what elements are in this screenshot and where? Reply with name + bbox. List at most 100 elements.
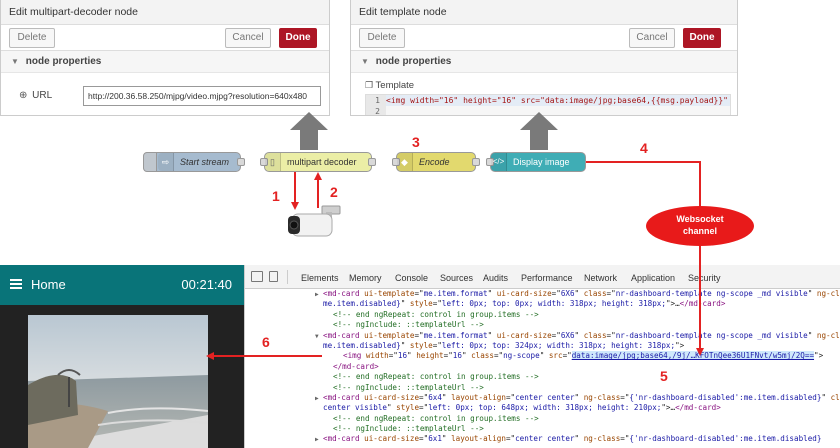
dom-token: =" bbox=[419, 434, 429, 444]
dom-token: me.item.format bbox=[423, 289, 488, 298]
code-line: 1 <img width="16" height="16" src="data:i… bbox=[366, 95, 730, 106]
devtools-tabbar: Elements Memory Console Sources Audits P… bbox=[245, 265, 840, 289]
dom-token: =" bbox=[443, 351, 453, 361]
gray-up-arrow-template bbox=[520, 112, 558, 150]
dom-token: </md-card> bbox=[333, 361, 379, 371]
dom-token: <md-card bbox=[323, 330, 365, 340]
inspect-element-icon[interactable] bbox=[251, 271, 263, 282]
dom-token: =" bbox=[551, 289, 561, 298]
flow-node-encode[interactable]: ◆ Encode bbox=[392, 152, 480, 172]
dom-token: ui-card-size bbox=[496, 289, 552, 298]
dom-tree-line[interactable]: </md-card> bbox=[245, 362, 840, 372]
line-number: 1 bbox=[366, 95, 386, 106]
dom-token: " bbox=[441, 392, 452, 402]
dom-token: " bbox=[574, 392, 584, 402]
output-port[interactable] bbox=[472, 158, 480, 166]
delete-button[interactable]: Delete bbox=[359, 28, 405, 48]
dom-token: =" bbox=[432, 299, 442, 309]
node-properties-section[interactable]: ▼ node properties bbox=[351, 51, 737, 73]
dom-token: ui-card-size bbox=[364, 434, 420, 444]
dom-token: ng-class bbox=[583, 392, 621, 402]
device-toolbar-icon[interactable] bbox=[269, 271, 278, 282]
dom-tree-line[interactable]: ▶ <md-card ui-card-size="6x4" layout-alig… bbox=[245, 393, 840, 403]
dom-token: </md-card> bbox=[675, 403, 721, 413]
done-button[interactable]: Done bbox=[683, 28, 721, 48]
cancel-button[interactable]: Cancel bbox=[629, 28, 675, 48]
dom-token: ng-class bbox=[816, 330, 840, 340]
channel-label: channel bbox=[682, 226, 717, 236]
output-port[interactable] bbox=[368, 158, 376, 166]
flow-node-start-stream[interactable]: ⇨ Start stream bbox=[143, 152, 245, 172]
composite-screenshot: Edit multipart-decoder node Delete Cance… bbox=[0, 0, 840, 448]
tab-application[interactable]: Application bbox=[631, 265, 675, 289]
dom-tree-line[interactable]: <!-- end ngRepeat: control in group.item… bbox=[245, 372, 840, 382]
tab-sources[interactable]: Sources bbox=[440, 265, 473, 289]
node-properties-section[interactable]: ▼ node properties bbox=[1, 51, 329, 73]
dom-tree-line[interactable]: <!-- ngInclude: ::templateUrl --> bbox=[245, 320, 840, 330]
done-button[interactable]: Done bbox=[279, 28, 317, 48]
annotation-2: 2 bbox=[330, 184, 338, 200]
dom-token: =" bbox=[562, 351, 572, 361]
elements-dom-tree[interactable]: ▶ <md-card ui-template="me.item.format" u… bbox=[245, 289, 840, 448]
dom-tree-line[interactable]: <!-- ngInclude: ::templateUrl --> bbox=[245, 383, 840, 393]
tab-audits[interactable]: Audits bbox=[483, 265, 508, 289]
dom-token: "> bbox=[675, 340, 685, 350]
dom-token: class bbox=[583, 330, 607, 340]
dom-tree-line[interactable]: <!-- end ngRepeat: control in group.item… bbox=[245, 414, 840, 424]
dom-token: width bbox=[365, 351, 389, 361]
dom-token: "> bbox=[665, 299, 676, 309]
dom-token: <!-- end ngRepeat: control in group.item… bbox=[333, 413, 539, 423]
dom-token: <img bbox=[343, 351, 366, 361]
dom-tree-line[interactable]: me.item.disabled}" style="left: 0px; top… bbox=[245, 341, 840, 351]
dom-tree-line[interactable]: me.item.disabled}" style="left: 0px; top… bbox=[245, 299, 840, 309]
dom-token: 16 bbox=[452, 351, 462, 361]
dom-token: center center bbox=[515, 392, 575, 402]
delete-button[interactable]: Delete bbox=[9, 28, 55, 48]
annotation-1: 1 bbox=[272, 188, 280, 204]
dom-token: me.item.disabled} bbox=[323, 340, 401, 350]
tab-performance[interactable]: Performance bbox=[521, 265, 573, 289]
output-port[interactable] bbox=[237, 158, 245, 166]
menu-icon[interactable] bbox=[10, 279, 22, 289]
dom-tree-line[interactable]: <!-- end ngRepeat: control in group.item… bbox=[245, 310, 840, 320]
dom-tree-line[interactable]: ▼ <md-card ui-template="me.item.format" u… bbox=[245, 331, 840, 341]
websocket-channel-bubble: Websocket channel bbox=[646, 206, 754, 246]
template-code-editor[interactable]: 1 <img width="16" height="16" src="data:i… bbox=[365, 94, 731, 115]
inject-button[interactable] bbox=[143, 152, 157, 172]
expand-triangle-icon[interactable]: ▶ bbox=[315, 290, 323, 299]
dom-token: </md-card> bbox=[679, 299, 726, 309]
flow-node-display-image[interactable]: </> Display image bbox=[486, 152, 586, 172]
base64-src-link[interactable]: data:image/jpg;base64,/9j/…KFOTnQee36U1F… bbox=[571, 351, 815, 361]
dom-tree-line[interactable]: ▶ <md-card ui-template =" me.item.format " u… bbox=[245, 289, 840, 299]
dom-token: " bbox=[807, 289, 817, 298]
dom-token: <md-card bbox=[323, 289, 365, 298]
line-number: 2 bbox=[366, 106, 386, 115]
dom-token: center visible bbox=[323, 403, 388, 413]
tab-network[interactable]: Network bbox=[584, 265, 617, 289]
chevron-down-icon: ▼ bbox=[361, 57, 369, 66]
dom-tree-line[interactable]: <img width="16" height="16" class="ng-sc… bbox=[245, 351, 840, 361]
dom-token: ui-template bbox=[364, 289, 415, 298]
expand-triangle-icon[interactable]: ▼ bbox=[315, 332, 323, 341]
url-input[interactable]: http://200.36.58.250/mjpg/video.mjpg?res… bbox=[83, 86, 321, 106]
dom-token: <!-- ngInclude: ::templateUrl --> bbox=[333, 320, 484, 330]
tab-console[interactable]: Console bbox=[395, 265, 428, 289]
cancel-button[interactable]: Cancel bbox=[225, 28, 271, 48]
dom-tree-line[interactable]: ▶ <md-card ui-card-size="6x1" layout-alig… bbox=[245, 434, 840, 444]
tab-memory[interactable]: Memory bbox=[349, 265, 382, 289]
dom-token: 6X6 bbox=[560, 330, 575, 340]
dom-tree-line[interactable]: center visible" style="left: 0px; top: 6… bbox=[245, 403, 840, 413]
dom-token: left: 0px; top: 648px; width: 318px; hei… bbox=[428, 403, 662, 413]
beach-scene-image bbox=[28, 315, 208, 448]
expand-triangle-icon[interactable]: ▶ bbox=[315, 435, 323, 444]
expand-triangle-icon[interactable]: ▶ bbox=[315, 394, 323, 403]
flow-node-multipart-decoder[interactable]: ▯ multipart decoder bbox=[260, 152, 376, 172]
copy-icon: ❐ bbox=[365, 80, 374, 90]
tab-elements[interactable]: Elements bbox=[301, 265, 339, 289]
dom-tree-line[interactable]: <!-- ngInclude: ::templateUrl --> bbox=[245, 424, 840, 434]
dom-token: =" bbox=[493, 351, 504, 361]
arrow-right-icon: ⇨ bbox=[158, 153, 174, 171]
tab-security[interactable]: Security bbox=[688, 265, 721, 289]
dom-token: " bbox=[407, 351, 417, 361]
dom-token: " bbox=[574, 434, 584, 444]
